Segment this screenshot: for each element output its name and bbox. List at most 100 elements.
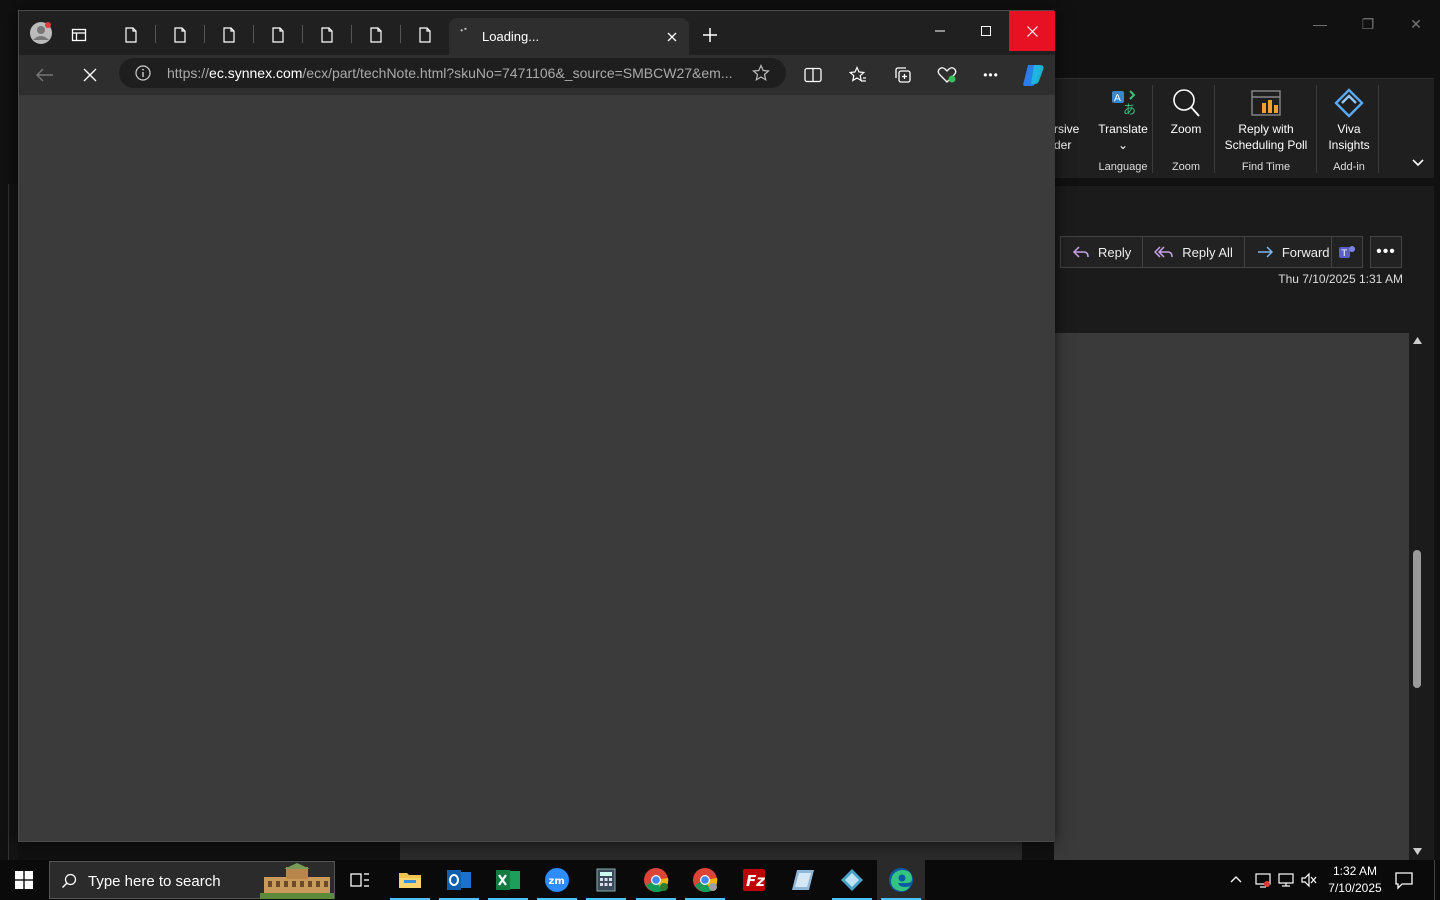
- find-time-group: Reply with Scheduling Poll Find Time: [1220, 85, 1312, 177]
- notification-icon: [1395, 872, 1413, 890]
- favorite-star-icon[interactable]: [752, 64, 770, 82]
- taskbar-search-box[interactable]: Type here to search: [49, 861, 335, 899]
- close-tab-button[interactable]: [663, 28, 681, 46]
- favorites-button[interactable]: [846, 63, 870, 87]
- active-tab-title: Loading...: [482, 29, 540, 44]
- tab-5[interactable]: [315, 23, 339, 47]
- taskbar-chrome-2[interactable]: [681, 860, 729, 900]
- calculator-icon: [596, 868, 616, 892]
- edge-icon: [889, 868, 913, 892]
- close-window-button[interactable]: [1009, 11, 1055, 51]
- reply-poll-label-1: Reply with: [1238, 122, 1294, 136]
- new-tab-button[interactable]: [698, 23, 722, 47]
- tab-7[interactable]: [413, 23, 437, 47]
- maximize-button[interactable]: [963, 11, 1009, 51]
- tab-separator: [155, 25, 156, 43]
- svg-text:あ: あ: [1123, 103, 1136, 117]
- ribbon-collapse-chevron-icon[interactable]: [1410, 155, 1426, 171]
- reply-label: Reply: [1098, 244, 1132, 260]
- scrollbar-thumb[interactable]: [1413, 550, 1421, 688]
- page-icon: [272, 27, 284, 43]
- site-info-icon[interactable]: [135, 65, 151, 81]
- show-hidden-icons-button[interactable]: [1228, 872, 1248, 888]
- tab-2[interactable]: [168, 23, 192, 47]
- browser-essentials-button[interactable]: [935, 63, 959, 87]
- taskbar-file-explorer[interactable]: [386, 860, 434, 900]
- zoom-group-label: Zoom: [1171, 161, 1201, 173]
- taskbar-app-notes[interactable]: [779, 860, 827, 900]
- page-icon: [125, 27, 137, 43]
- reply-all-button[interactable]: Reply All: [1143, 236, 1245, 268]
- active-tab[interactable]: Loading...: [449, 18, 689, 55]
- taskbar-edge[interactable]: [877, 860, 925, 900]
- tab-1[interactable]: [119, 23, 143, 47]
- reading-pane-scrollbar[interactable]: [1409, 333, 1426, 860]
- forward-button[interactable]: Forward: [1244, 236, 1342, 268]
- tab-separator: [204, 25, 205, 43]
- reply-with-scheduling-poll-button[interactable]: Reply with Scheduling Poll: [1220, 85, 1312, 152]
- svg-text:zm: zm: [549, 876, 565, 887]
- tab-3[interactable]: [217, 23, 241, 47]
- copilot-button[interactable]: [1019, 61, 1047, 89]
- taskbar-outlook[interactable]: [435, 860, 483, 900]
- taskbar-excel[interactable]: [484, 860, 532, 900]
- back-arrow-icon: [36, 68, 53, 82]
- collections-icon: [895, 67, 911, 83]
- message-body: [1054, 333, 1409, 860]
- tray-volume-muted-icon[interactable]: [1300, 871, 1320, 889]
- action-center-button[interactable]: [1394, 870, 1420, 890]
- reply-button[interactable]: Reply: [1060, 236, 1144, 268]
- page-icon: [370, 27, 382, 43]
- taskbar-calculator[interactable]: [582, 860, 630, 900]
- outlook-minimize-button[interactable]: —: [1296, 0, 1344, 48]
- viva-insights-icon: [1334, 88, 1364, 118]
- close-icon: [667, 32, 677, 42]
- page-icon: [223, 27, 235, 43]
- stop-loading-button[interactable]: [78, 63, 102, 87]
- taskbar-app-diamond[interactable]: [828, 860, 876, 900]
- reply-all-label: Reply All: [1182, 244, 1233, 260]
- start-button[interactable]: [0, 860, 48, 900]
- show-desktop-button[interactable]: [1434, 860, 1440, 900]
- tab-6[interactable]: [364, 23, 388, 47]
- minimize-button[interactable]: [917, 11, 963, 51]
- taskbar-chrome-1[interactable]: [632, 860, 680, 900]
- outlook-close-button[interactable]: ✕: [1392, 0, 1440, 48]
- outlook-restore-button[interactable]: ❐: [1344, 0, 1392, 48]
- back-button[interactable]: [33, 63, 57, 87]
- split-screen-button[interactable]: [801, 63, 825, 87]
- profile-avatar[interactable]: [29, 21, 53, 45]
- immersive-reader-button[interactable]: rsive der: [1054, 85, 1082, 177]
- tab-4[interactable]: [266, 23, 290, 47]
- tray-security-icon[interactable]: [1254, 871, 1274, 889]
- collections-button[interactable]: [891, 63, 915, 87]
- scroll-up-icon[interactable]: [1412, 336, 1423, 345]
- copilot-icon: [1023, 65, 1044, 86]
- search-highlight-building-icon[interactable]: [260, 863, 334, 899]
- search-placeholder: Type here to search: [88, 873, 221, 890]
- address-bar[interactable]: https://ec.synnex.com/ecx/part/techNote.…: [119, 58, 786, 88]
- chevron-up-icon: [1230, 876, 1242, 883]
- url-text[interactable]: https://ec.synnex.com/ecx/part/techNote.…: [167, 65, 737, 81]
- ribbon-divider: [1152, 85, 1153, 173]
- task-view-button[interactable]: [336, 860, 384, 900]
- settings-menu-button[interactable]: •••: [979, 63, 1003, 87]
- teams-icon: T: [1339, 246, 1355, 259]
- scroll-down-icon[interactable]: [1412, 847, 1423, 856]
- taskbar-zoom[interactable]: zm: [533, 860, 581, 900]
- outlook-bottom-strip: [400, 842, 1022, 860]
- zoom-button[interactable]: Zoom: [1158, 85, 1214, 136]
- translate-icon: A あ: [1112, 90, 1136, 118]
- clock-date: 7/10/2025: [1328, 881, 1382, 895]
- taskbar-filezilla[interactable]: Fz: [730, 860, 778, 900]
- taskbar-clock[interactable]: 1:32 AM 7/10/2025: [1322, 863, 1388, 897]
- taskbar: Type here to search zm Fz 1:32 AM 7/10/2…: [0, 860, 1440, 900]
- translate-button[interactable]: A あ Translate ⌄: [1092, 85, 1154, 152]
- favorites-icon: [849, 66, 866, 82]
- teams-share-button[interactable]: T: [1331, 236, 1363, 268]
- tray-network-icon[interactable]: [1277, 871, 1297, 889]
- tab-actions-button[interactable]: [67, 23, 91, 47]
- tab-separator: [302, 25, 303, 43]
- more-actions-button[interactable]: •••: [1370, 236, 1402, 268]
- viva-insights-button[interactable]: Viva Insights: [1320, 85, 1378, 152]
